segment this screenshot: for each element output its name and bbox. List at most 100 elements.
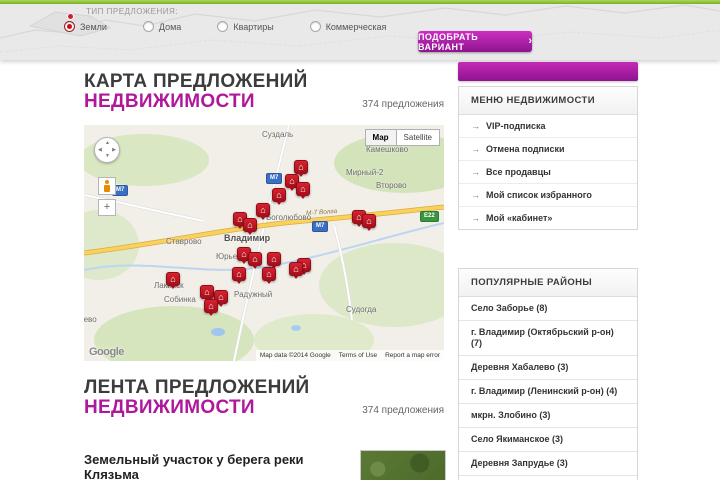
sidebar-promo-banner[interactable]	[458, 62, 638, 81]
menu-item-label: Все продавцы	[486, 167, 551, 177]
house-icon: ⌂	[218, 291, 224, 302]
region-pin-icon	[68, 14, 73, 19]
realty-menu-items: → VIP-подписка → Отмена подписки → Все п…	[459, 115, 637, 229]
house-icon: ⌂	[266, 268, 272, 279]
report-error-link[interactable]: Report a map error	[385, 352, 440, 359]
listing-marker[interactable]: ⌂	[272, 188, 286, 205]
house-icon: ⌂	[271, 253, 277, 264]
sidebar-menu-item[interactable]: → VIP-подписка	[459, 115, 637, 137]
page: ТИП ПРЕДЛОЖЕНИЯ: Земли Дома Квартиры Ком…	[0, 0, 720, 480]
menu-item-label: Мой список избранного	[486, 190, 592, 200]
sidebar-menu-item[interactable]: → Отмена подписки	[459, 137, 637, 160]
listing-marker[interactable]: ⌂	[289, 262, 303, 279]
terms-of-use-link[interactable]: Terms of Use	[339, 352, 377, 359]
arrow-right-icon: →	[471, 144, 480, 154]
listing-marker[interactable]: ⌂	[362, 214, 376, 231]
radio-icon[interactable]	[309, 21, 321, 32]
district-link[interactable]: г. Владимир (Ленинский р-он) (4)	[459, 379, 637, 403]
district-link[interactable]: г. Владимир (Октябрьский р-он) (7)	[459, 320, 637, 355]
listing-marker[interactable]: ⌂	[294, 160, 308, 177]
feed-section-title: ЛЕНТА ПРЕДЛОЖЕНИЙ	[84, 377, 310, 398]
listing-marker[interactable]: ⌂	[248, 252, 262, 269]
pegman-icon[interactable]	[98, 177, 116, 195]
radio-label: Земли	[80, 21, 107, 32]
map-pan-control[interactable]: ▲ ▼ ◀ ▶	[94, 137, 120, 163]
offer-type-radio-option[interactable]: Земли	[64, 21, 107, 32]
feed-section: ЛЕНТА ПРЕДЛОЖЕНИЙ НЕДВИЖИМОСТИ 374 предл…	[84, 377, 446, 480]
map-place-label: Суздаль	[262, 130, 294, 139]
district-link[interactable]: мкрн. Злобино (3)	[459, 403, 637, 427]
district-link[interactable]: Село Заборье (8)	[459, 297, 637, 320]
road-shield-badge: М7	[312, 221, 329, 232]
realty-menu-box: МЕНЮ НЕДВИЖИМОСТИ → VIP-подписка → Отмен…	[458, 86, 638, 230]
listing-marker[interactable]: ⌂	[296, 182, 310, 199]
pan-left-icon[interactable]: ◀	[98, 148, 102, 153]
house-icon: ⌂	[204, 286, 210, 297]
district-link[interactable]: Деревня Запрудье (3)	[459, 451, 637, 475]
district-link[interactable]: Деревня Хабалево (3)	[459, 355, 637, 379]
find-variant-button[interactable]: ПОДОБРАТЬ ВАРИАНТ ›	[418, 31, 532, 52]
radio-icon[interactable]	[142, 21, 154, 32]
google-map[interactable]: Суздаль Камешково Мирный-2 Второво Богол…	[84, 125, 444, 361]
map-data-copyright: Map data ©2014 Google	[259, 352, 331, 359]
map-place-label: Радужный	[234, 290, 273, 299]
find-variant-label: ПОДОБРАТЬ ВАРИАНТ	[418, 31, 479, 52]
district-link[interactable]: Село Мордыш (3)	[459, 475, 637, 480]
map-section-title: КАРТА ПРЕДЛОЖЕНИЙ	[84, 71, 308, 92]
house-icon: ⌂	[241, 248, 247, 259]
map-place-label: Камешково	[366, 145, 409, 154]
house-icon: ⌂	[236, 268, 242, 279]
house-icon: ⌂	[237, 213, 243, 224]
offers-count: 374 предложения	[362, 99, 444, 110]
house-icon: ⌂	[208, 300, 214, 311]
listing-marker[interactable]: ⌂	[200, 285, 214, 302]
sidebar-menu-item[interactable]: → Все продавцы	[459, 160, 637, 183]
house-icon: ⌂	[260, 204, 266, 215]
listing-marker[interactable]: ⌂	[243, 218, 257, 235]
road-shield-badge: М7	[266, 173, 283, 184]
radio-label: Коммерческая	[325, 21, 387, 32]
offer-type-radio-option[interactable]: Квартиры	[217, 21, 274, 32]
menu-item-label: Мой «кабинет»	[486, 213, 553, 223]
listing-marker[interactable]: ⌂	[256, 203, 270, 220]
arrow-right-icon: →	[471, 121, 480, 131]
radio-icon[interactable]	[217, 21, 229, 32]
chevron-right-icon: ›	[528, 35, 532, 47]
house-icon: ⌂	[356, 211, 362, 222]
map-type-button[interactable]: Satellite	[395, 129, 440, 146]
map-section: КАРТА ПРЕДЛОЖЕНИЙ НЕДВИЖИМОСТИ 374 предл…	[84, 72, 444, 361]
listing-marker[interactable]: ⌂	[267, 252, 281, 269]
map-place-label: Ставрово	[166, 237, 202, 246]
listing-title-link[interactable]: Земельный участок у берега реки Клязьма	[84, 452, 356, 480]
realty-menu-title: МЕНЮ НЕДВИЖИМОСТИ	[459, 87, 637, 115]
map-place-label: Боголюбово	[266, 213, 312, 222]
listing-marker[interactable]: ⌂	[262, 267, 276, 284]
zoom-in-button[interactable]: +	[98, 199, 116, 216]
radio-icon[interactable]	[64, 21, 75, 32]
offer-type-options: Земли Дома Квартиры Коммерческая	[64, 21, 386, 32]
sidebar-menu-item[interactable]: → Мой список избранного	[459, 183, 637, 206]
pan-up-icon[interactable]: ▲	[105, 141, 110, 146]
house-icon: ⌂	[247, 219, 253, 230]
district-link[interactable]: Село Якиманское (3)	[459, 427, 637, 451]
pan-down-icon[interactable]: ▼	[105, 154, 110, 159]
listing-marker[interactable]: ⌂	[166, 272, 180, 289]
pan-right-icon[interactable]: ▶	[112, 148, 116, 153]
house-icon: ⌂	[366, 215, 372, 226]
map-type-button[interactable]: Map	[364, 129, 397, 146]
listing-marker[interactable]: ⌂	[204, 299, 218, 316]
house-icon: ⌂	[289, 175, 295, 186]
sidebar: МЕНЮ НЕДВИЖИМОСТИ → VIP-подписка → Отмен…	[458, 62, 638, 480]
google-logo[interactable]: Google	[89, 346, 124, 358]
offers-count: 374 предложения	[362, 405, 444, 416]
sidebar-menu-item[interactable]: → Мой «кабинет»	[459, 206, 637, 229]
listing-marker[interactable]: ⌂	[232, 267, 246, 284]
district-list: Село Заборье (8) г. Владимир (Октябрьски…	[459, 297, 637, 480]
offer-type-radio-option[interactable]: Дома	[142, 21, 181, 32]
popular-districts-title: ПОПУЛЯРНЫЕ РАЙОНЫ	[459, 269, 637, 297]
road-shield-badge: Е22	[420, 211, 439, 222]
offer-type-label: ТИП ПРЕДЛОЖЕНИЯ:	[86, 7, 178, 16]
arrow-right-icon: →	[471, 213, 480, 223]
listing-thumbnail[interactable]	[360, 450, 446, 480]
offer-type-radio-option[interactable]: Коммерческая	[309, 21, 387, 32]
